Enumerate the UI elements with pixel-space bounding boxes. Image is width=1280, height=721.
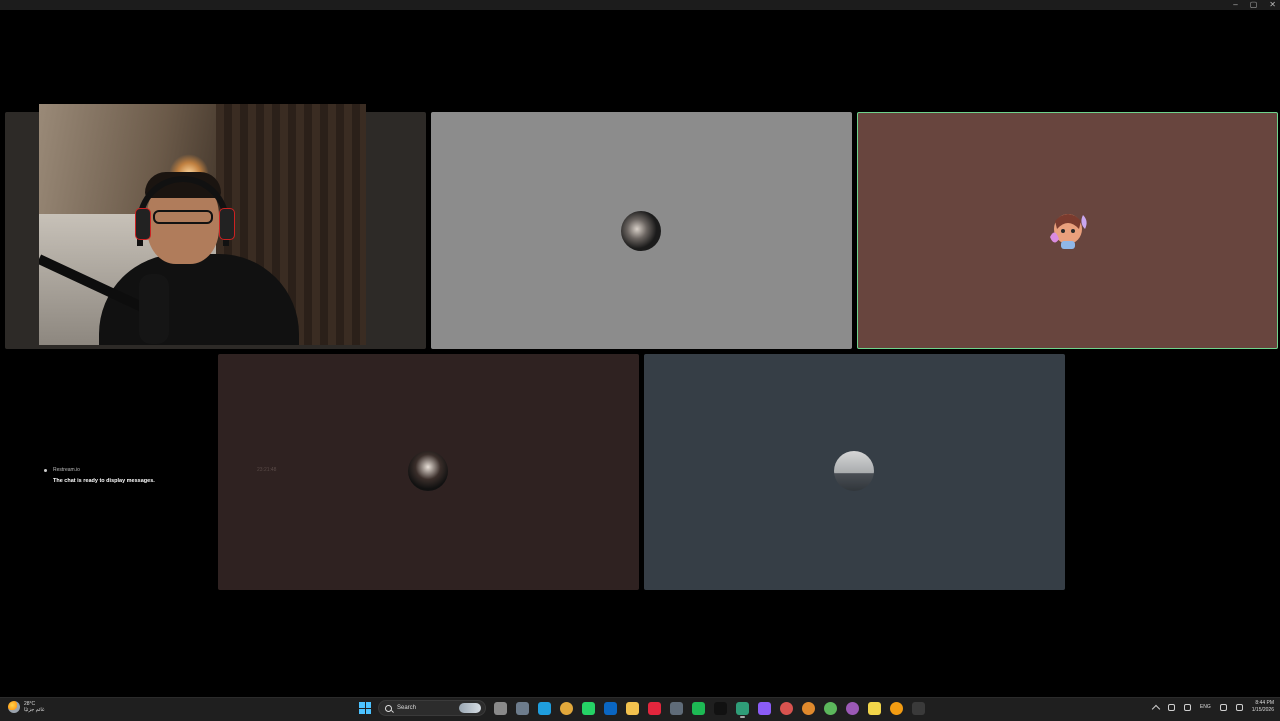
maximize-button[interactable]: ▢ xyxy=(1250,0,1258,10)
windows-logo-icon xyxy=(359,702,365,708)
headset-earcup-right xyxy=(219,208,235,240)
participant-avatar-5 xyxy=(834,451,874,491)
chrome-icon[interactable] xyxy=(560,702,573,715)
chrome-icon[interactable] xyxy=(802,702,815,715)
search-highlight-icon xyxy=(459,703,481,713)
start-button[interactable] xyxy=(359,702,371,714)
window-controls: – ▢ ✕ xyxy=(1233,0,1276,10)
opera-icon[interactable] xyxy=(648,702,661,715)
chrome-icon[interactable] xyxy=(846,702,859,715)
edge-icon[interactable] xyxy=(538,702,551,715)
chat-bullet-icon xyxy=(44,469,47,472)
sticky-notes-icon[interactable] xyxy=(868,702,881,715)
microphone xyxy=(139,274,169,344)
chrome-icon[interactable] xyxy=(780,702,793,715)
file-explorer-icon[interactable] xyxy=(494,702,507,715)
glasses xyxy=(153,210,213,224)
chrome-icon[interactable] xyxy=(824,702,837,715)
messenger-icon[interactable] xyxy=(758,702,771,715)
participant-avatar-3-sticker xyxy=(1050,214,1087,249)
windows-taskbar: 28°C غائم جزئيًا Search ENG 8:44 PM 1/15… xyxy=(0,697,1280,721)
headset-earcup-left xyxy=(135,208,151,240)
search-placeholder: Search xyxy=(397,705,417,711)
clock-date: 1/15/2026 xyxy=(1251,707,1274,713)
app-icon[interactable] xyxy=(670,702,683,715)
sync-icon[interactable] xyxy=(1167,703,1175,711)
whatsapp-icon[interactable] xyxy=(582,702,595,715)
participant-avatar-4 xyxy=(408,451,448,491)
chat-message: The chat is ready to display messages. xyxy=(53,478,155,484)
search-icon xyxy=(385,705,392,712)
system-tray: ENG 8:44 PM 1/15/2026 xyxy=(1151,700,1274,714)
weather-icon xyxy=(8,701,20,713)
linkedin-icon[interactable] xyxy=(604,702,617,715)
participant-avatar-2 xyxy=(621,211,661,251)
language-indicator[interactable]: ENG xyxy=(1200,704,1211,710)
tiktok-icon[interactable] xyxy=(714,702,727,715)
microphone-icon[interactable] xyxy=(1183,703,1191,711)
weather-desc: غائم جزئيًا xyxy=(24,707,45,713)
network-icon[interactable] xyxy=(1219,703,1227,711)
chrome-icon[interactable] xyxy=(890,702,903,715)
taskbar-apps xyxy=(494,702,925,718)
weather-widget[interactable]: 28°C غائم جزئيًا xyxy=(8,701,45,713)
taskbar-search[interactable]: Search xyxy=(378,700,486,716)
close-button[interactable]: ✕ xyxy=(1269,0,1276,10)
chevron-up-icon[interactable] xyxy=(1151,704,1161,713)
clock[interactable]: 8:44 PM 1/15/2026 xyxy=(1252,700,1274,714)
chat-source: Restream.io xyxy=(53,467,80,473)
app-icon[interactable] xyxy=(912,702,925,715)
volume-icon[interactable] xyxy=(1235,703,1243,711)
folder-icon[interactable] xyxy=(626,702,639,715)
clock-time: 8:44 PM xyxy=(1255,700,1274,706)
spotify-icon[interactable] xyxy=(692,702,705,715)
minimize-button[interactable]: – xyxy=(1233,0,1237,10)
streamyard-icon[interactable] xyxy=(736,702,749,718)
webcam-video xyxy=(39,104,366,345)
tile-timestamp: 23:21:48 xyxy=(257,467,277,473)
app-icon[interactable] xyxy=(516,702,529,715)
window-titlebar: – ▢ ✕ xyxy=(0,0,1280,10)
